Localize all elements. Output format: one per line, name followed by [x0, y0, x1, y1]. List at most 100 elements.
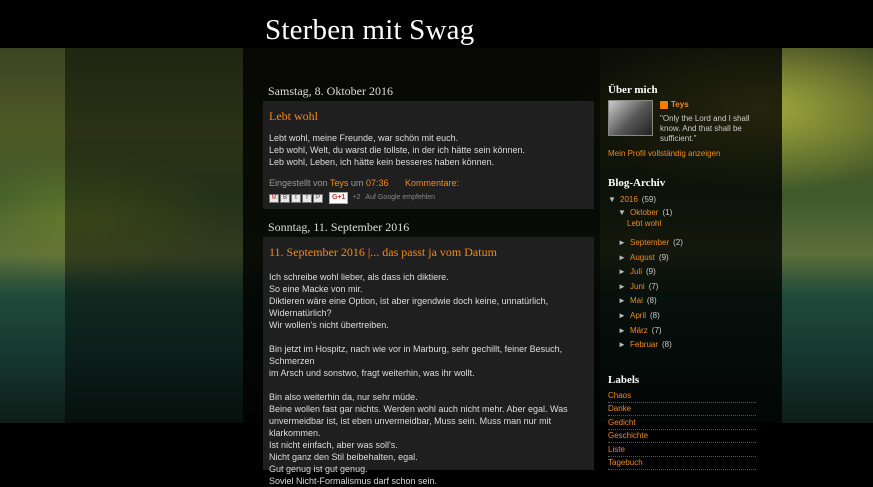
- archive-count: (8): [650, 311, 660, 320]
- triangle-right-icon[interactable]: ►: [618, 340, 630, 349]
- labels-title: Labels: [608, 374, 640, 386]
- archive-title: Blog-Archiv: [608, 177, 666, 189]
- post-line: Nicht ganz den Stil beibehalten, egal.: [269, 452, 418, 462]
- label-link[interactable]: Geschichte: [608, 431, 756, 444]
- archive-count: (9): [658, 252, 669, 262]
- label-link[interactable]: Danke: [608, 404, 756, 417]
- google-recommend-text: Auf Google empfehlen: [365, 194, 436, 201]
- archive-month-link[interactable]: Juni: [630, 282, 645, 291]
- blogger-icon: [660, 100, 668, 109]
- posted-by-label: Eingestellt von: [269, 178, 328, 188]
- label-link[interactable]: Chaos: [608, 391, 756, 403]
- archive-count: (8): [662, 340, 672, 350]
- post-line: Soviel Nicht-Formalismus darf schon sein…: [269, 476, 438, 486]
- archive-month-mai[interactable]: ► Mai (8): [618, 296, 657, 305]
- triangle-right-icon[interactable]: ►: [618, 326, 630, 335]
- archive-month-april[interactable]: ► April (8): [618, 311, 660, 320]
- post-line: Bin jetzt im Hospitz, nach wie vor in Ma…: [269, 344, 563, 366]
- archive-month-link[interactable]: September: [630, 238, 669, 247]
- post-line: Wir wollen's nicht übertreiben.: [269, 320, 389, 330]
- archive-month-link[interactable]: August: [630, 253, 655, 262]
- triangle-down-icon[interactable]: ▼: [618, 208, 630, 217]
- triangle-right-icon[interactable]: ►: [618, 311, 630, 320]
- post: Lebt wohl Lebt wohl, meine Freunde, war …: [263, 101, 594, 209]
- archive-year-link[interactable]: 2016: [620, 195, 638, 204]
- date-header: Sonntag, 11. September 2016: [268, 220, 410, 234]
- archive-count: (1): [662, 208, 673, 217]
- post-line: Beine wollen fast gar nichts. Werden woh…: [269, 404, 568, 414]
- label-link[interactable]: Tagebuch: [608, 458, 756, 470]
- post-line: Leb wohl, Welt, du warst die tollste, in…: [269, 145, 525, 155]
- post-line: Lebt wohl, meine Freunde, war schön mit …: [269, 133, 459, 143]
- archive-month-märz[interactable]: ► März (7): [618, 326, 662, 335]
- profile-name[interactable]: Teys: [660, 100, 689, 109]
- about-title: Über mich: [608, 84, 658, 96]
- blog-this-icon[interactable]: B: [280, 193, 290, 203]
- archive-month-link[interactable]: Oktober: [630, 208, 658, 217]
- google-plus-button[interactable]: G+1: [329, 192, 349, 204]
- post-line: Ist nicht einfach, aber was soll's.: [269, 440, 398, 450]
- profile-link[interactable]: Mein Profil vollständig anzeigen: [608, 149, 721, 158]
- triangle-right-icon[interactable]: ►: [618, 267, 630, 276]
- archive-month-link[interactable]: Februar: [630, 340, 658, 349]
- archive-year[interactable]: ▼ 2016 (59): [608, 195, 656, 204]
- triangle-right-icon[interactable]: ►: [618, 253, 630, 262]
- post-line: im Arsch und sonstwo, fragt weiterhin, w…: [269, 368, 475, 378]
- archive-month-link[interactable]: Mai: [630, 296, 643, 305]
- profile-name-label: Teys: [671, 100, 689, 109]
- label-link[interactable]: Liste: [608, 445, 756, 457]
- triangle-down-icon[interactable]: ▼: [608, 195, 620, 204]
- post-line: Widernatürlich?: [269, 308, 332, 318]
- archive-count: (7): [648, 281, 659, 291]
- post-body: Lebt wohl, meine Freunde, war schön mit …: [263, 122, 594, 168]
- triangle-right-icon[interactable]: ►: [618, 238, 630, 247]
- post-line: Gut genug ist gut genug.: [269, 464, 368, 474]
- profile-quote: "Only the Lord and I shall know. And tha…: [660, 114, 750, 143]
- archive-post-link[interactable]: Lebt wohl: [627, 219, 661, 228]
- archive-count: (59): [641, 195, 657, 204]
- post-line: unvermeidbar ist, ist eben unvermeidbar,…: [269, 416, 552, 438]
- post-body: Ich schreibe wohl lieber, als dass ich d…: [263, 258, 594, 487]
- post-line: Leb wohl, Leben, ich hätte kein besseres…: [269, 157, 495, 167]
- label-link[interactable]: Gedicht: [608, 418, 756, 430]
- archive-count: (7): [651, 325, 662, 335]
- post-title[interactable]: Lebt wohl: [263, 101, 594, 122]
- post-paragraph: Bin also weiterhin da, nur sehr müde. Be…: [269, 391, 588, 487]
- email-icon[interactable]: M: [269, 193, 279, 203]
- post-paragraph: Bin jetzt im Hospitz, nach wie vor in Ma…: [269, 343, 588, 379]
- post-footer: Eingestellt von Teys um 07:36 Kommentare…: [263, 168, 594, 189]
- post: 11. September 2016 |... das passt ja vom…: [263, 237, 594, 486]
- post-paragraph: Ich schreibe wohl lieber, als dass ich d…: [269, 271, 588, 331]
- author-link[interactable]: Teys: [330, 178, 349, 188]
- archive-month-oktober[interactable]: ▼ Oktober (1): [618, 208, 672, 217]
- archive-month-link[interactable]: März: [630, 326, 648, 335]
- timestamp-link[interactable]: 07:36: [366, 178, 389, 188]
- twitter-icon[interactable]: t: [291, 193, 301, 203]
- blog-title[interactable]: Sterben mit Swag: [265, 14, 474, 47]
- post-line: Diktieren wäre eine Option, ist aber irg…: [269, 296, 549, 306]
- profile-photo[interactable]: [608, 100, 653, 136]
- facebook-icon[interactable]: f: [302, 193, 312, 203]
- archive-month-august[interactable]: ► August (9): [618, 253, 669, 262]
- archive-month-september[interactable]: ► September (2): [618, 238, 683, 247]
- archive-month-link[interactable]: Juli: [630, 267, 642, 276]
- post-title[interactable]: 11. September 2016 |... das passt ja vom…: [263, 237, 594, 258]
- share-buttons: M B t f P G+1 +2 Auf Google empfehlen: [263, 189, 594, 207]
- pinterest-icon[interactable]: P: [313, 193, 323, 203]
- comments-link[interactable]: Kommentare:: [405, 178, 459, 188]
- plus-count: +2: [352, 194, 361, 201]
- archive-count: (8): [646, 296, 657, 306]
- archive-count: (9): [646, 267, 656, 277]
- triangle-right-icon[interactable]: ►: [618, 296, 630, 305]
- post-line: Ich schreibe wohl lieber, als dass ich d…: [269, 272, 449, 282]
- archive-month-link[interactable]: April: [630, 311, 646, 320]
- at-label: um: [350, 178, 364, 188]
- archive-month-juli[interactable]: ► Juli (9): [618, 267, 656, 276]
- archive-month-februar[interactable]: ► Februar (8): [618, 340, 672, 349]
- post-line: Bin also weiterhin da, nur sehr müde.: [269, 392, 418, 402]
- date-header: Samstag, 8. Oktober 2016: [268, 84, 393, 98]
- triangle-right-icon[interactable]: ►: [618, 282, 630, 291]
- post-line: So eine Macke von mir.: [269, 284, 363, 294]
- archive-month-juni[interactable]: ► Juni (7): [618, 282, 658, 291]
- archive-count: (2): [673, 238, 683, 247]
